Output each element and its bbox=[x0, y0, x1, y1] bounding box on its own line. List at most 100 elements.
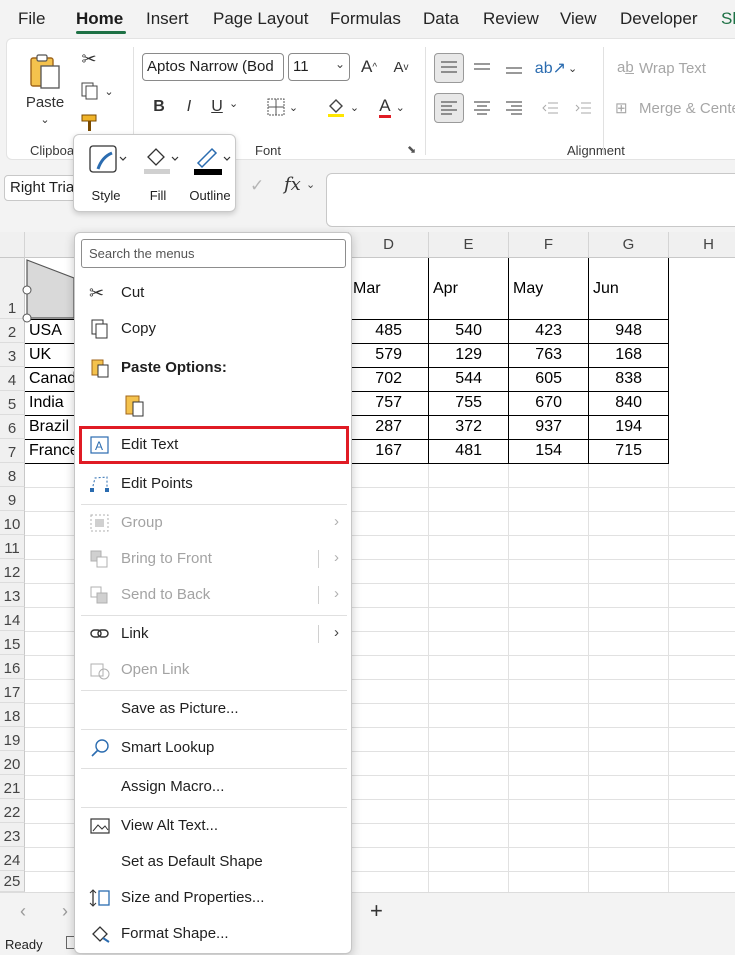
font-name-combo[interactable]: Aptos Narrow (Bod bbox=[142, 53, 284, 81]
value-cell[interactable]: 481 bbox=[429, 442, 482, 460]
right-triangle-shape[interactable] bbox=[22, 258, 78, 324]
value-cell[interactable]: 670 bbox=[509, 394, 562, 412]
menu-item-group[interactable]: Group › bbox=[77, 506, 349, 540]
orientation-button[interactable]: ab↗ ⌄ bbox=[535, 55, 577, 81]
value-cell[interactable]: 937 bbox=[509, 418, 562, 436]
value-cell[interactable]: 167 bbox=[349, 442, 402, 460]
copy-button[interactable]: ⌄ bbox=[77, 79, 117, 103]
menu-item-edit-points[interactable]: Edit Points bbox=[77, 467, 349, 501]
shape-style-button[interactable]: Style bbox=[80, 141, 132, 207]
name-box[interactable]: Right Tria bbox=[4, 175, 84, 201]
row-header-14[interactable]: 14 bbox=[0, 607, 25, 631]
formula-input[interactable] bbox=[326, 173, 735, 227]
row-header-19[interactable]: 19 bbox=[0, 727, 25, 751]
value-cell[interactable]: 579 bbox=[349, 346, 402, 364]
value-cell[interactable]: 194 bbox=[589, 418, 642, 436]
row-header-23[interactable]: 23 bbox=[0, 823, 25, 847]
shrink-font-button[interactable]: Av bbox=[389, 55, 413, 79]
country-cell[interactable]: UK bbox=[29, 346, 51, 364]
menu-item-edit-text[interactable]: A Edit Text bbox=[77, 428, 349, 462]
cut-button[interactable]: ✂ bbox=[77, 47, 101, 71]
chevron-down-icon[interactable]: ⌄ bbox=[306, 178, 315, 191]
value-cell[interactable]: 540 bbox=[429, 322, 482, 340]
row-header-12[interactable]: 12 bbox=[0, 559, 25, 583]
row-header-4[interactable]: 4 bbox=[0, 367, 25, 391]
value-cell[interactable]: 702 bbox=[349, 370, 402, 388]
shape-fill-button[interactable]: Fill bbox=[132, 141, 184, 207]
dialog-launcher-icon[interactable]: ⬊ bbox=[407, 143, 416, 156]
insert-function-button[interactable]: fx bbox=[284, 174, 301, 195]
country-cell[interactable]: USA bbox=[29, 322, 62, 340]
tab-insert[interactable]: Insert bbox=[146, 9, 189, 29]
value-cell[interactable]: 154 bbox=[509, 442, 562, 460]
decrease-indent-button[interactable] bbox=[535, 93, 565, 123]
grow-font-button[interactable]: A ^ bbox=[357, 55, 381, 79]
menu-item-format-shape[interactable]: Format Shape... bbox=[77, 917, 349, 951]
paste-button[interactable]: Paste ⌄ bbox=[23, 45, 67, 133]
row-header-7[interactable]: 7 bbox=[0, 439, 25, 463]
chevron-down-icon[interactable]: ⌄ bbox=[229, 97, 238, 110]
value-cell[interactable]: 372 bbox=[429, 418, 482, 436]
menu-item-link[interactable]: Link › bbox=[77, 617, 349, 651]
select-all-corner[interactable] bbox=[0, 232, 25, 258]
row-header-9[interactable]: 9 bbox=[0, 487, 25, 511]
value-cell[interactable]: 485 bbox=[349, 322, 402, 340]
menu-item-view-alt-text[interactable]: View Alt Text... bbox=[77, 809, 349, 843]
value-cell[interactable]: 287 bbox=[349, 418, 402, 436]
scroll-left-icon[interactable]: ‹ bbox=[20, 901, 26, 922]
country-cell[interactable]: India bbox=[29, 394, 64, 412]
format-painter-button[interactable] bbox=[77, 111, 101, 135]
month-header[interactable]: Apr bbox=[433, 280, 458, 298]
row-header-25[interactable]: 25 bbox=[0, 871, 25, 892]
row-header-5[interactable]: 5 bbox=[0, 391, 25, 415]
menu-item-set-default-shape[interactable]: Set as Default Shape bbox=[77, 845, 349, 879]
menu-item-send-to-back[interactable]: Send to Back › bbox=[77, 578, 349, 612]
wrap-text-button[interactable]: Wrap Text bbox=[639, 60, 706, 77]
align-top-button[interactable] bbox=[434, 53, 464, 83]
merge-center-button[interactable]: Merge & Cente bbox=[639, 100, 735, 117]
value-cell[interactable]: 838 bbox=[589, 370, 642, 388]
align-middle-button[interactable] bbox=[467, 53, 497, 83]
menu-item-bring-to-front[interactable]: Bring to Front › bbox=[77, 542, 349, 576]
enter-check-icon[interactable]: ✓ bbox=[250, 176, 264, 196]
row-header-21[interactable]: 21 bbox=[0, 775, 25, 799]
row-header-22[interactable]: 22 bbox=[0, 799, 25, 823]
row-header-11[interactable]: 11 bbox=[0, 535, 25, 559]
value-cell[interactable]: 544 bbox=[429, 370, 482, 388]
shape-outline-button[interactable]: Outline bbox=[184, 141, 236, 207]
value-cell[interactable]: 755 bbox=[429, 394, 482, 412]
tab-review[interactable]: Review bbox=[483, 9, 539, 29]
row-header-6[interactable]: 6 bbox=[0, 415, 25, 439]
resize-handle[interactable] bbox=[22, 285, 32, 295]
row-header-3[interactable]: 3 bbox=[0, 343, 25, 367]
font-color-button[interactable]: A ⌄ bbox=[369, 95, 415, 119]
row-header-15[interactable]: 15 bbox=[0, 631, 25, 655]
tab-view[interactable]: View bbox=[560, 9, 597, 29]
month-header[interactable]: May bbox=[513, 280, 543, 298]
column-header-f[interactable]: F bbox=[509, 232, 589, 258]
menu-item-copy[interactable]: Copy bbox=[77, 312, 349, 346]
tab-developer[interactable]: Developer bbox=[620, 9, 698, 29]
row-header-10[interactable]: 10 bbox=[0, 511, 25, 535]
month-header[interactable]: Jun bbox=[593, 280, 619, 298]
align-right-button[interactable] bbox=[499, 93, 529, 123]
borders-button[interactable]: ⌄ bbox=[262, 95, 302, 119]
align-left-button[interactable] bbox=[434, 93, 464, 123]
column-header-d[interactable]: D bbox=[349, 232, 429, 258]
value-cell[interactable]: 757 bbox=[349, 394, 402, 412]
value-cell[interactable]: 840 bbox=[589, 394, 642, 412]
menu-search-input[interactable]: Search the menus bbox=[81, 239, 346, 268]
value-cell[interactable]: 168 bbox=[589, 346, 642, 364]
tab-shape-format[interactable]: Sh bbox=[721, 9, 735, 29]
row-header-16[interactable]: 16 bbox=[0, 655, 25, 679]
increase-indent-button[interactable] bbox=[568, 93, 598, 123]
value-cell[interactable]: 423 bbox=[509, 322, 562, 340]
menu-item-cut[interactable]: ✂ Cut bbox=[77, 276, 349, 310]
country-cell[interactable]: France bbox=[29, 442, 79, 460]
tab-page-layout[interactable]: Page Layout bbox=[213, 9, 308, 29]
bold-button[interactable]: B bbox=[149, 95, 169, 119]
scroll-right-icon[interactable]: › bbox=[62, 901, 68, 922]
tab-data[interactable]: Data bbox=[423, 9, 459, 29]
value-cell[interactable]: 948 bbox=[589, 322, 642, 340]
column-header-e[interactable]: E bbox=[429, 232, 509, 258]
